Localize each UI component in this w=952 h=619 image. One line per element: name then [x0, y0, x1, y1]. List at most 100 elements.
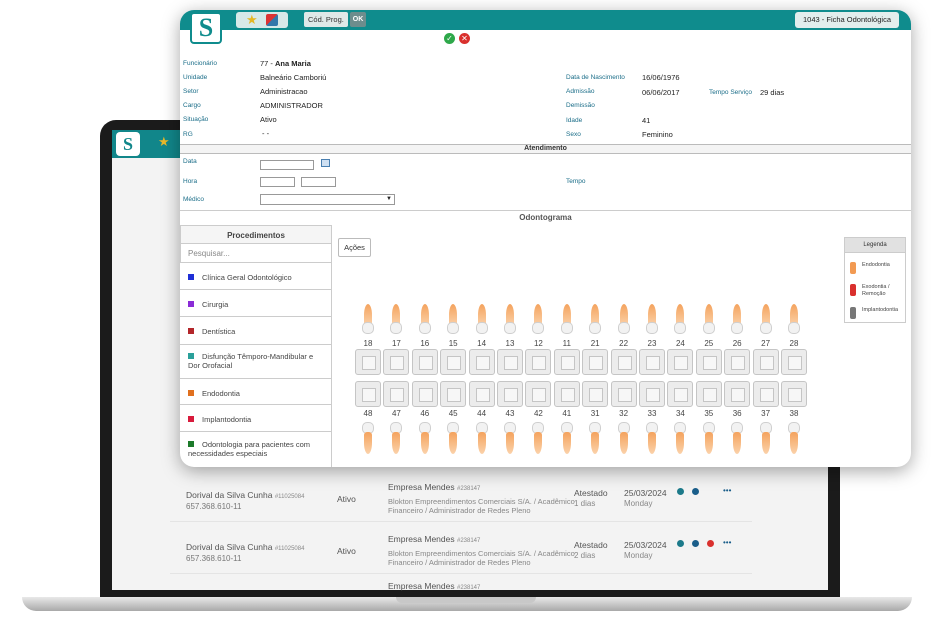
- upper-tooth-surface[interactable]: [667, 349, 694, 375]
- info-icon[interactable]: [692, 540, 699, 547]
- list-row[interactable]: Empresa Mendes #238147: [170, 574, 752, 591]
- lower-tooth[interactable]: [673, 422, 687, 454]
- data-input[interactable]: [260, 160, 314, 170]
- lower-tooth-surface[interactable]: [468, 381, 495, 407]
- lower-tooth[interactable]: [617, 422, 631, 454]
- lower-tooth-surface[interactable]: [639, 381, 665, 407]
- calendar-icon[interactable]: [321, 159, 330, 167]
- upper-tooth-surface[interactable]: [468, 349, 495, 375]
- lower-tooth[interactable]: [503, 422, 517, 454]
- upper-tooth[interactable]: [645, 304, 659, 336]
- lower-tooth[interactable]: [389, 422, 403, 454]
- list-row[interactable]: Dorival da Silva Cunha #11025084 657.368…: [170, 470, 752, 522]
- lower-tooth-surface[interactable]: [355, 381, 381, 407]
- list-row[interactable]: Dorival da Silva Cunha #11025084 657.368…: [170, 522, 752, 574]
- lower-tooth-surface[interactable]: [582, 381, 609, 407]
- upper-tooth-surface[interactable]: [752, 349, 779, 375]
- lower-tooth-surface[interactable]: [724, 381, 751, 407]
- upper-tooth[interactable]: [759, 304, 773, 336]
- procedure-item[interactable]: Endodontia: [180, 379, 332, 405]
- save-check-icon[interactable]: ✓: [444, 33, 455, 44]
- upper-tooth[interactable]: [475, 304, 489, 336]
- upper-tooth[interactable]: [702, 304, 716, 336]
- procedure-item[interactable]: Odontologia para pacientes com necessida…: [180, 432, 332, 467]
- tooth-number: 16: [420, 339, 430, 348]
- lower-tooth[interactable]: [787, 422, 801, 454]
- hora-start-input[interactable]: [260, 177, 295, 187]
- lower-tooth[interactable]: [588, 422, 602, 454]
- lower-tooth-surface[interactable]: [610, 381, 637, 407]
- upper-tooth[interactable]: [503, 304, 517, 336]
- upper-tooth-surface[interactable]: [355, 349, 381, 375]
- info-icon[interactable]: [692, 488, 699, 495]
- lower-tooth[interactable]: [645, 422, 659, 454]
- upper-tooth-surface[interactable]: [383, 349, 410, 375]
- tooth-root: [676, 432, 685, 454]
- lower-tooth-surface[interactable]: [781, 381, 807, 407]
- hora-end-input[interactable]: [301, 177, 336, 187]
- lower-tooth-surface[interactable]: [497, 381, 523, 407]
- upper-tooth-surface[interactable]: [610, 349, 637, 375]
- upper-tooth-surface[interactable]: [553, 349, 580, 375]
- procedure-item[interactable]: Disfunção Têmporo-Mandibular e Dor Orofa…: [180, 345, 332, 379]
- tooth-crown: [390, 322, 403, 334]
- acoes-button[interactable]: Ações: [338, 238, 371, 257]
- view-icon[interactable]: [677, 540, 684, 547]
- lower-tooth[interactable]: [361, 422, 375, 454]
- view-icon[interactable]: [677, 488, 684, 495]
- lower-tooth[interactable]: [560, 422, 574, 454]
- lower-tooth[interactable]: [702, 422, 716, 454]
- upper-tooth[interactable]: [361, 304, 375, 336]
- upper-tooth[interactable]: [418, 304, 432, 336]
- lower-tooth-surface[interactable]: [553, 381, 580, 407]
- upper-tooth-surface[interactable]: [582, 349, 609, 375]
- lower-tooth-surface[interactable]: [383, 381, 410, 407]
- procedure-item[interactable]: Clínica Geral Odontológico: [180, 263, 332, 290]
- more-icon[interactable]: •••: [723, 538, 731, 547]
- upper-tooth-surface[interactable]: [497, 349, 523, 375]
- row-weekday: Monday: [624, 499, 653, 508]
- upper-tooth-surface[interactable]: [440, 349, 467, 375]
- upper-tooth[interactable]: [730, 304, 744, 336]
- more-icon[interactable]: •••: [723, 486, 731, 495]
- favorites-group[interactable]: ★: [236, 12, 288, 28]
- upper-tooth-surface[interactable]: [639, 349, 665, 375]
- ok-button[interactable]: OK: [350, 12, 366, 27]
- toolbox-icon[interactable]: [266, 14, 278, 26]
- stage: S ★ Dorival da Silva Cunha #11025084 657…: [0, 0, 952, 619]
- lower-tooth-surface[interactable]: [752, 381, 779, 407]
- lower-tooth-surface[interactable]: [525, 381, 552, 407]
- cancel-x-icon[interactable]: ✕: [459, 33, 470, 44]
- procedure-item[interactable]: Dentística: [180, 317, 332, 345]
- procedimentos-search[interactable]: Pesquisar...: [180, 244, 332, 263]
- upper-tooth[interactable]: [531, 304, 545, 336]
- procedure-item[interactable]: Implantodontia: [180, 405, 332, 432]
- upper-tooth-surface[interactable]: [781, 349, 807, 375]
- upper-tooth-surface[interactable]: [724, 349, 751, 375]
- upper-tooth[interactable]: [446, 304, 460, 336]
- medico-select[interactable]: ▼: [260, 194, 395, 205]
- lower-tooth[interactable]: [475, 422, 489, 454]
- label-rg: RG: [183, 131, 193, 138]
- lower-tooth[interactable]: [446, 422, 460, 454]
- upper-tooth[interactable]: [588, 304, 602, 336]
- upper-tooth-surface[interactable]: [525, 349, 552, 375]
- upper-tooth[interactable]: [787, 304, 801, 336]
- lower-tooth[interactable]: [418, 422, 432, 454]
- alert-icon[interactable]: [707, 540, 714, 547]
- lower-tooth[interactable]: [759, 422, 773, 454]
- lower-tooth-surface[interactable]: [695, 381, 722, 407]
- lower-tooth[interactable]: [730, 422, 744, 454]
- upper-tooth-surface[interactable]: [695, 349, 722, 375]
- upper-tooth[interactable]: [673, 304, 687, 336]
- lower-tooth-surface[interactable]: [411, 381, 438, 407]
- procedure-item[interactable]: Cirurgia: [180, 290, 332, 317]
- lower-tooth[interactable]: [531, 422, 545, 454]
- upper-tooth-surface[interactable]: [411, 349, 438, 375]
- lower-tooth-surface[interactable]: [440, 381, 467, 407]
- star-icon[interactable]: ★: [246, 12, 258, 28]
- upper-tooth[interactable]: [560, 304, 574, 336]
- upper-tooth[interactable]: [389, 304, 403, 336]
- lower-tooth-surface[interactable]: [667, 381, 694, 407]
- upper-tooth[interactable]: [617, 304, 631, 336]
